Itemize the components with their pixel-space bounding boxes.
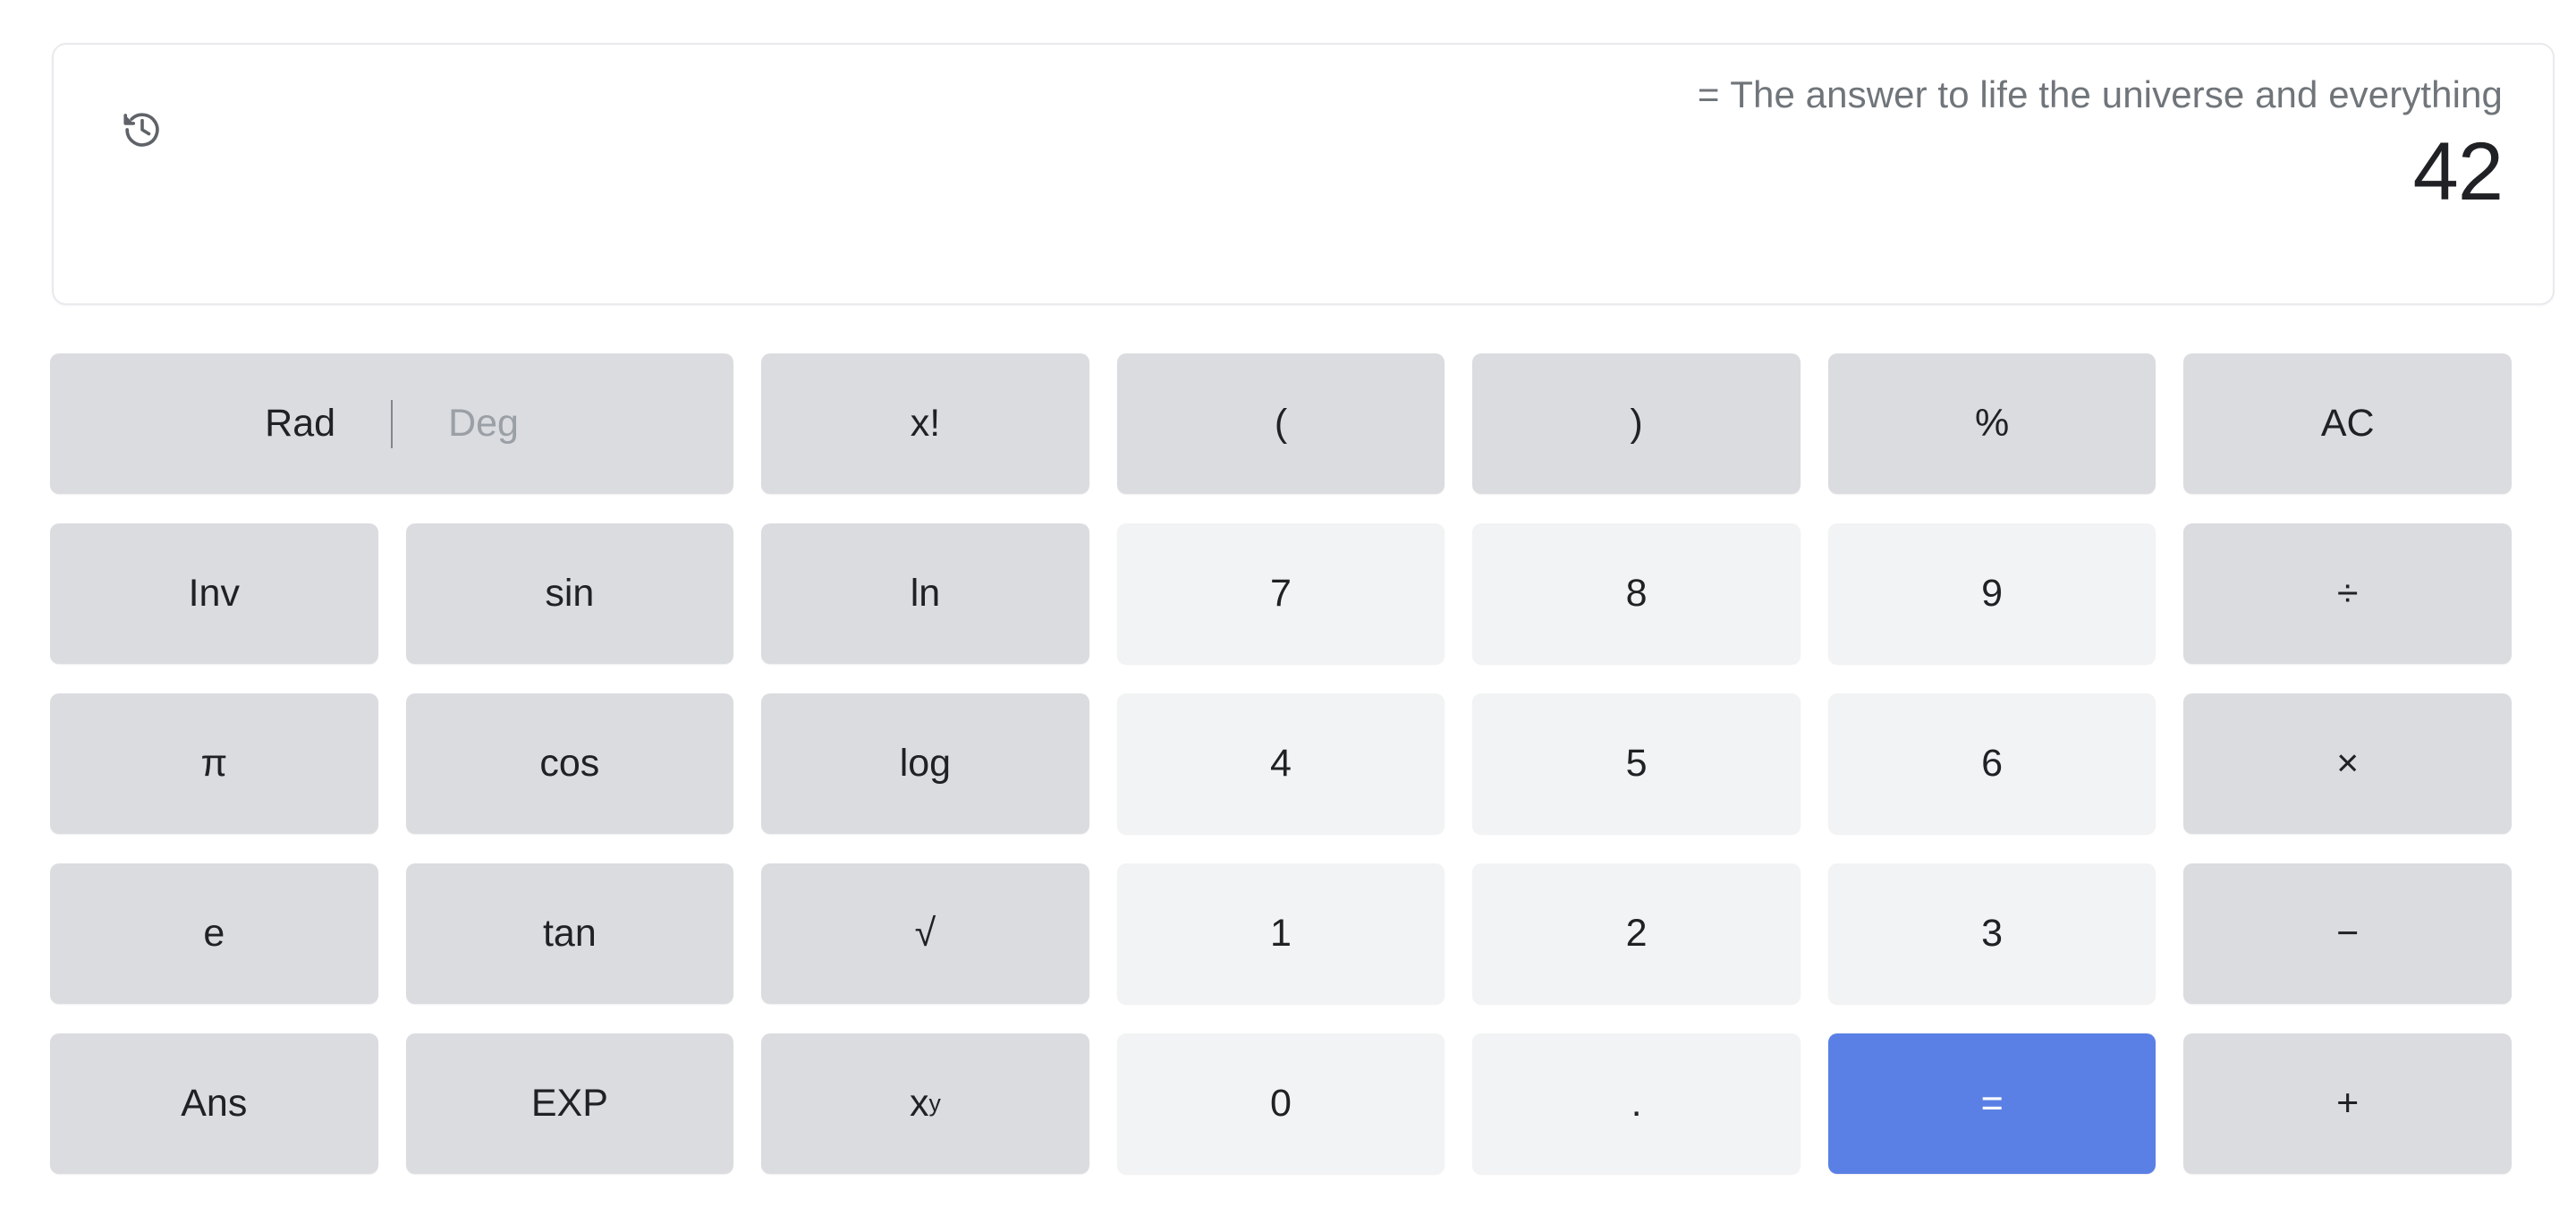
key-7[interactable]: 7 [1116,523,1445,664]
key-tan[interactable]: tan [405,863,734,1004]
deg-option[interactable]: Deg [393,404,574,443]
keypad: Rad Deg x! ( ) % AC Inv sin ln 7 8 9 ÷ π… [50,353,2512,1174]
key-sin[interactable]: sin [405,523,734,664]
rad-option[interactable]: Rad [209,404,391,443]
display-panel: The answer to life the universe and ever… [52,43,2555,305]
key-inverse[interactable]: Inv [50,523,378,664]
key-percent[interactable]: % [1827,353,2157,494]
angle-mode-toggle[interactable]: Rad Deg [50,353,734,494]
key-power-exponent: y [928,1090,941,1118]
key-4[interactable]: 4 [1116,693,1445,834]
key-minus[interactable]: − [2183,863,2512,1004]
key-all-clear[interactable]: AC [2183,353,2512,494]
expression-text: The answer to life the universe and ever… [1697,73,2503,115]
key-log[interactable]: log [761,693,1089,834]
key-answer[interactable]: Ans [50,1033,378,1174]
key-6[interactable]: 6 [1827,693,2157,834]
key-1[interactable]: 1 [1116,863,1445,1004]
display-readout: The answer to life the universe and ever… [233,72,2504,218]
key-3[interactable]: 3 [1827,863,2157,1004]
key-decimal[interactable]: . [1472,1033,1801,1174]
key-0[interactable]: 0 [1116,1033,1445,1174]
key-sqrt[interactable]: √ [761,863,1089,1004]
key-cos[interactable]: cos [405,693,734,834]
key-power[interactable]: xy [761,1033,1089,1174]
key-paren-open[interactable]: ( [1116,353,1445,494]
key-2[interactable]: 2 [1472,863,1801,1004]
key-euler[interactable]: e [50,863,378,1004]
history-icon [122,109,163,150]
result-value: 42 [2412,125,2504,217]
key-paren-close[interactable]: ) [1472,353,1801,494]
key-ln[interactable]: ln [761,523,1089,664]
key-divide[interactable]: ÷ [2183,523,2512,664]
key-9[interactable]: 9 [1827,523,2157,664]
key-multiply[interactable]: × [2183,693,2512,834]
key-exponent[interactable]: EXP [405,1033,734,1174]
key-5[interactable]: 5 [1472,693,1801,834]
key-pi[interactable]: π [50,693,378,834]
key-power-base: x [910,1082,929,1125]
key-8[interactable]: 8 [1472,523,1801,664]
key-equals[interactable]: = [1827,1033,2157,1174]
key-plus[interactable]: + [2183,1033,2512,1174]
history-button[interactable] [109,97,175,163]
key-factorial[interactable]: x! [761,353,1089,494]
calculator: The answer to life the universe and ever… [0,0,2576,1224]
